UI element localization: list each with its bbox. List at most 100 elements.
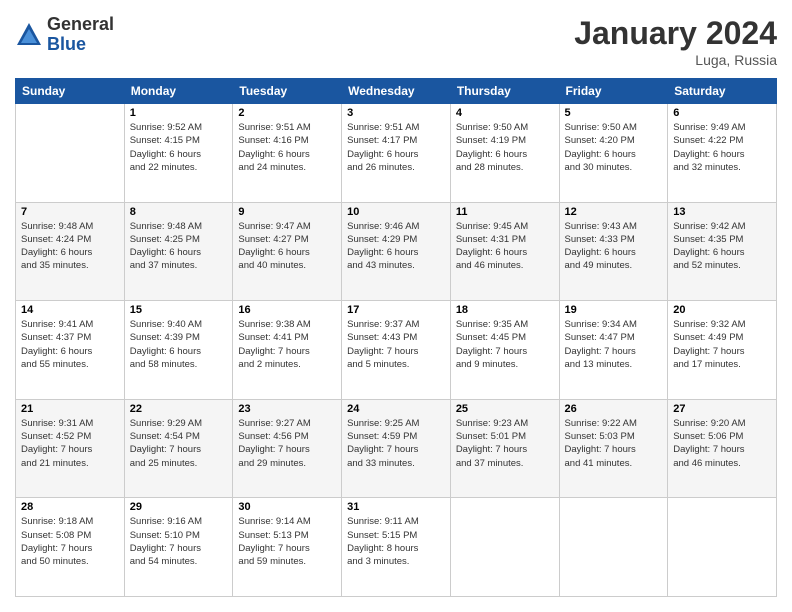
day-info: Sunrise: 9:48 AM Sunset: 4:25 PM Dayligh… <box>130 220 228 273</box>
day-number: 24 <box>347 403 445 415</box>
location: Luga, Russia <box>574 52 777 68</box>
day-number: 19 <box>565 304 663 316</box>
day-number: 17 <box>347 304 445 316</box>
day-info: Sunrise: 9:50 AM Sunset: 4:19 PM Dayligh… <box>456 121 554 174</box>
table-row: 3 Sunrise: 9:51 AM Sunset: 4:17 PM Daylig… <box>342 104 451 203</box>
day-info: Sunrise: 9:27 AM Sunset: 4:56 PM Dayligh… <box>238 417 336 470</box>
day-number: 14 <box>21 304 119 316</box>
day-number: 21 <box>21 403 119 415</box>
table-row: 6 Sunrise: 9:49 AM Sunset: 4:22 PM Daylig… <box>668 104 777 203</box>
table-row: 13 Sunrise: 9:42 AM Sunset: 4:35 PM Dayli… <box>668 202 777 301</box>
table-row: 8 Sunrise: 9:48 AM Sunset: 4:25 PM Daylig… <box>124 202 233 301</box>
day-info: Sunrise: 9:32 AM Sunset: 4:49 PM Dayligh… <box>673 318 771 371</box>
header: General Blue January 2024 Luga, Russia <box>15 15 777 68</box>
day-info: Sunrise: 9:16 AM Sunset: 5:10 PM Dayligh… <box>130 515 228 568</box>
calendar-week-1: 7 Sunrise: 9:48 AM Sunset: 4:24 PM Daylig… <box>16 202 777 301</box>
day-number: 3 <box>347 107 445 119</box>
table-row: 2Sunrise: 9:51 AM Sunset: 4:16 PM Daylig… <box>233 104 342 203</box>
table-row: 22 Sunrise: 9:29 AM Sunset: 4:54 PM Dayli… <box>124 399 233 498</box>
table-row: 26 Sunrise: 9:22 AM Sunset: 5:03 PM Dayli… <box>559 399 668 498</box>
day-number: 4 <box>456 107 554 119</box>
day-number: 27 <box>673 403 771 415</box>
day-info: Sunrise: 9:20 AM Sunset: 5:06 PM Dayligh… <box>673 417 771 470</box>
table-row: 7 Sunrise: 9:48 AM Sunset: 4:24 PM Daylig… <box>16 202 125 301</box>
day-info: Sunrise: 9:35 AM Sunset: 4:45 PM Dayligh… <box>456 318 554 371</box>
header-saturday: Saturday <box>668 79 777 104</box>
day-number: 13 <box>673 206 771 218</box>
day-info: Sunrise: 9:42 AM Sunset: 4:35 PM Dayligh… <box>673 220 771 273</box>
day-number: 16 <box>238 304 336 316</box>
day-info: Sunrise: 9:47 AM Sunset: 4:27 PM Dayligh… <box>238 220 336 273</box>
day-number: 9 <box>238 206 336 218</box>
day-number: 20 <box>673 304 771 316</box>
table-row: 18 Sunrise: 9:35 AM Sunset: 4:45 PM Dayli… <box>450 301 559 400</box>
day-info: Sunrise: 9:51 AM Sunset: 4:17 PM Dayligh… <box>347 121 445 174</box>
table-row: 16 Sunrise: 9:38 AM Sunset: 4:41 PM Dayli… <box>233 301 342 400</box>
day-number: 28 <box>21 501 119 513</box>
table-row: 23 Sunrise: 9:27 AM Sunset: 4:56 PM Dayli… <box>233 399 342 498</box>
day-number: 6 <box>673 107 771 119</box>
day-number: 18 <box>456 304 554 316</box>
table-row: 10Sunrise: 9:46 AM Sunset: 4:29 PM Dayli… <box>342 202 451 301</box>
day-info: Sunrise: 9:23 AM Sunset: 5:01 PM Dayligh… <box>456 417 554 470</box>
day-info: Sunrise: 9:38 AM Sunset: 4:41 PM Dayligh… <box>238 318 336 371</box>
table-row: 30Sunrise: 9:14 AM Sunset: 5:13 PM Dayli… <box>233 498 342 597</box>
day-info: Sunrise: 9:46 AM Sunset: 4:29 PM Dayligh… <box>347 220 445 273</box>
day-number: 15 <box>130 304 228 316</box>
table-row: 12 Sunrise: 9:43 AM Sunset: 4:33 PM Dayli… <box>559 202 668 301</box>
header-monday: Monday <box>124 79 233 104</box>
calendar-week-3: 21Sunrise: 9:31 AM Sunset: 4:52 PM Dayli… <box>16 399 777 498</box>
day-info: Sunrise: 9:29 AM Sunset: 4:54 PM Dayligh… <box>130 417 228 470</box>
day-info: Sunrise: 9:41 AM Sunset: 4:37 PM Dayligh… <box>21 318 119 371</box>
table-row: 4 Sunrise: 9:50 AM Sunset: 4:19 PM Daylig… <box>450 104 559 203</box>
table-row <box>668 498 777 597</box>
day-number: 5 <box>565 107 663 119</box>
day-number: 2 <box>238 107 336 119</box>
day-info: Sunrise: 9:50 AM Sunset: 4:20 PM Dayligh… <box>565 121 663 174</box>
day-info: Sunrise: 9:34 AM Sunset: 4:47 PM Dayligh… <box>565 318 663 371</box>
table-row: 20 Sunrise: 9:32 AM Sunset: 4:49 PM Dayli… <box>668 301 777 400</box>
day-info: Sunrise: 9:11 AM Sunset: 5:15 PM Dayligh… <box>347 515 445 568</box>
table-row: 5 Sunrise: 9:50 AM Sunset: 4:20 PM Daylig… <box>559 104 668 203</box>
calendar: Sunday Monday Tuesday Wednesday Thursday… <box>15 78 777 597</box>
calendar-header-row: Sunday Monday Tuesday Wednesday Thursday… <box>16 79 777 104</box>
logo-blue-text: Blue <box>47 35 114 55</box>
day-number: 22 <box>130 403 228 415</box>
table-row: 15 Sunrise: 9:40 AM Sunset: 4:39 PM Dayli… <box>124 301 233 400</box>
day-info: Sunrise: 9:45 AM Sunset: 4:31 PM Dayligh… <box>456 220 554 273</box>
table-row <box>450 498 559 597</box>
day-info: Sunrise: 9:48 AM Sunset: 4:24 PM Dayligh… <box>21 220 119 273</box>
table-row: 17 Sunrise: 9:37 AM Sunset: 4:43 PM Dayli… <box>342 301 451 400</box>
logo-text: General Blue <box>47 15 114 55</box>
day-info: Sunrise: 9:40 AM Sunset: 4:39 PM Dayligh… <box>130 318 228 371</box>
day-info: Sunrise: 9:37 AM Sunset: 4:43 PM Dayligh… <box>347 318 445 371</box>
table-row: 31 Sunrise: 9:11 AM Sunset: 5:15 PM Dayli… <box>342 498 451 597</box>
day-info: Sunrise: 9:22 AM Sunset: 5:03 PM Dayligh… <box>565 417 663 470</box>
day-number: 26 <box>565 403 663 415</box>
day-info: Sunrise: 9:49 AM Sunset: 4:22 PM Dayligh… <box>673 121 771 174</box>
day-number: 1 <box>130 107 228 119</box>
day-number: 23 <box>238 403 336 415</box>
logo: General Blue <box>15 15 114 55</box>
day-number: 8 <box>130 206 228 218</box>
calendar-week-4: 28Sunrise: 9:18 AM Sunset: 5:08 PM Dayli… <box>16 498 777 597</box>
table-row: 11Sunrise: 9:45 AM Sunset: 4:31 PM Dayli… <box>450 202 559 301</box>
table-row: 29Sunrise: 9:16 AM Sunset: 5:10 PM Dayli… <box>124 498 233 597</box>
table-row: 9 Sunrise: 9:47 AM Sunset: 4:27 PM Daylig… <box>233 202 342 301</box>
month-title: January 2024 <box>574 15 777 52</box>
table-row: 28Sunrise: 9:18 AM Sunset: 5:08 PM Dayli… <box>16 498 125 597</box>
header-tuesday: Tuesday <box>233 79 342 104</box>
day-number: 30 <box>238 501 336 513</box>
day-info: Sunrise: 9:43 AM Sunset: 4:33 PM Dayligh… <box>565 220 663 273</box>
logo-general-text: General <box>47 15 114 35</box>
day-number: 31 <box>347 501 445 513</box>
table-row <box>16 104 125 203</box>
day-number: 7 <box>21 206 119 218</box>
header-thursday: Thursday <box>450 79 559 104</box>
table-row: 14 Sunrise: 9:41 AM Sunset: 4:37 PM Dayli… <box>16 301 125 400</box>
table-row: 1Sunrise: 9:52 AM Sunset: 4:15 PM Daylig… <box>124 104 233 203</box>
title-area: January 2024 Luga, Russia <box>574 15 777 68</box>
day-number: 12 <box>565 206 663 218</box>
day-number: 25 <box>456 403 554 415</box>
header-friday: Friday <box>559 79 668 104</box>
